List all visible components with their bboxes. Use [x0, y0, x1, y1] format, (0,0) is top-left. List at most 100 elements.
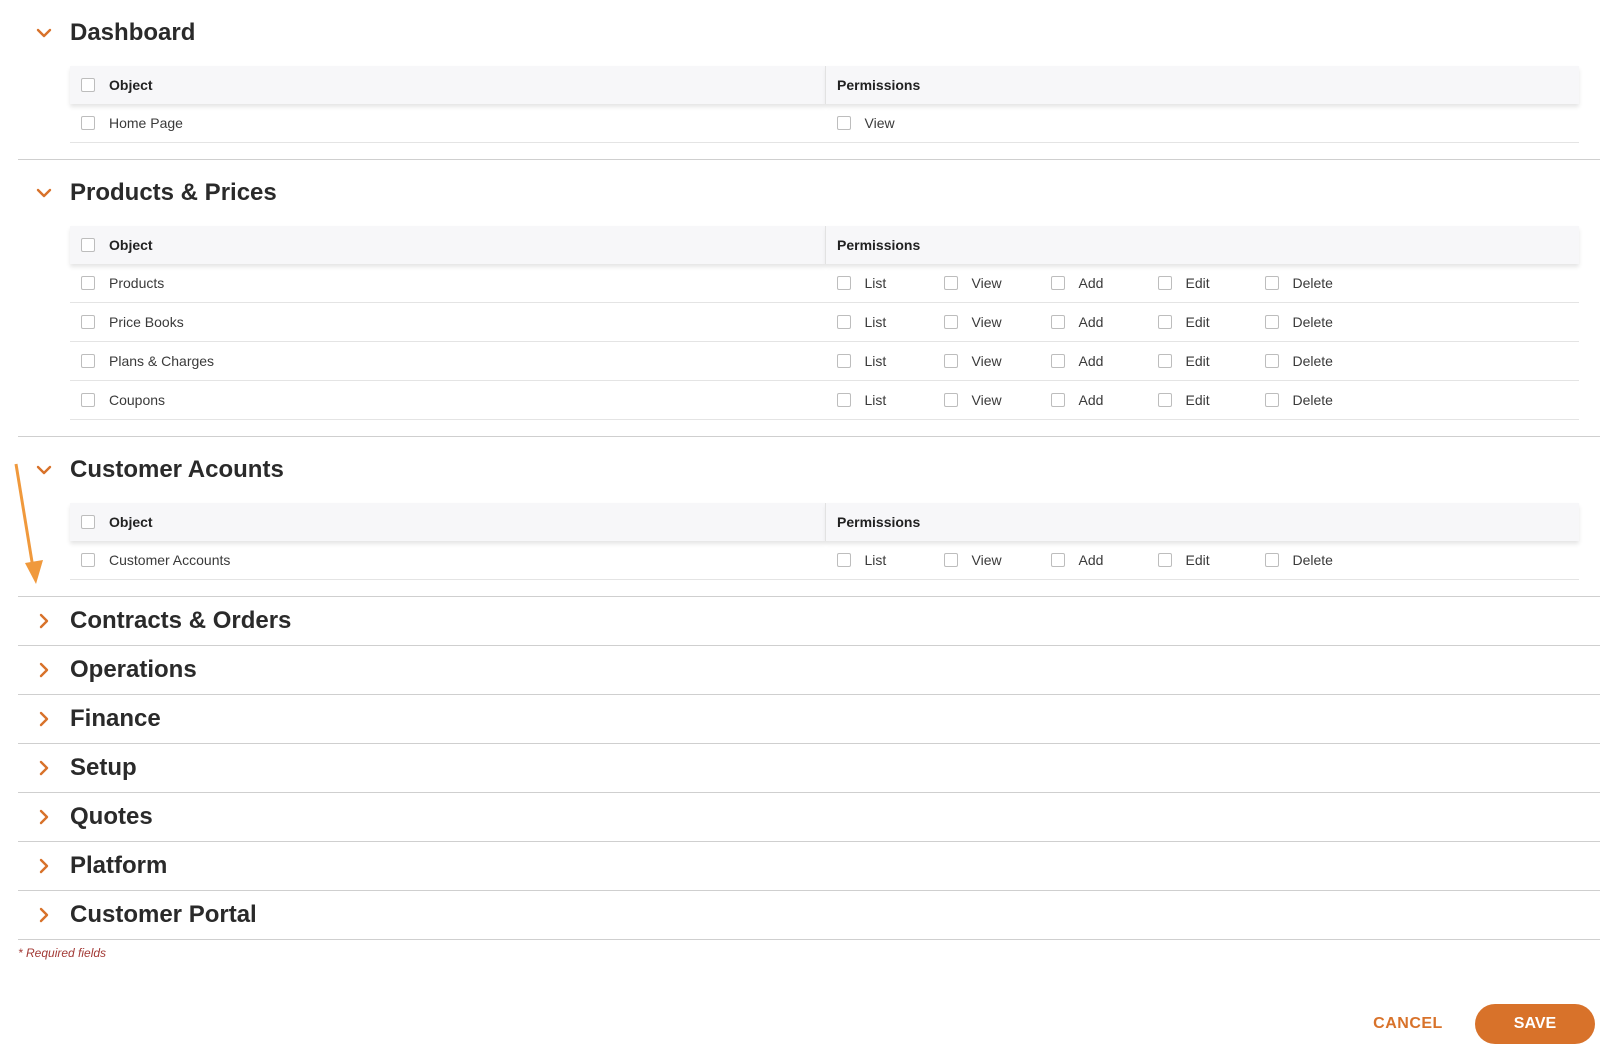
permission-option[interactable]: Delete [1264, 392, 1372, 408]
permission-option[interactable]: List [836, 314, 944, 330]
permissions-table: Object Permissions Customer Accounts List Vi… [70, 503, 1579, 580]
row-select-checkbox[interactable] [81, 354, 95, 368]
section: Dashboard Object Permissions Home Page View [18, 0, 1600, 160]
section-header[interactable]: Customer Portal [18, 891, 1600, 939]
permission-label: View [971, 275, 1002, 291]
permission-checkbox[interactable] [836, 315, 851, 329]
permission-option[interactable]: Edit [1157, 552, 1265, 568]
object-label: Products [109, 275, 165, 291]
section-header[interactable]: Quotes [18, 793, 1600, 841]
permission-checkbox[interactable] [1157, 354, 1172, 368]
permission-checkbox[interactable] [1157, 276, 1172, 290]
permission-checkbox[interactable] [836, 393, 851, 407]
permission-checkbox[interactable] [1264, 553, 1279, 567]
permission-option[interactable]: Add [1050, 275, 1158, 291]
permission-checkbox[interactable] [943, 276, 958, 290]
chevron-down-icon[interactable] [18, 462, 70, 478]
permission-checkbox[interactable] [836, 553, 851, 567]
save-button[interactable]: SAVE [1475, 1004, 1595, 1044]
chevron-right-icon[interactable] [18, 809, 70, 825]
permission-option[interactable]: Add [1050, 552, 1158, 568]
permission-checkbox[interactable] [1157, 315, 1172, 329]
select-all-checkbox[interactable] [81, 515, 95, 529]
permission-option[interactable]: Delete [1264, 314, 1372, 330]
permission-option[interactable]: Delete [1264, 552, 1372, 568]
permission-checkbox[interactable] [836, 116, 851, 130]
permission-checkbox[interactable] [1264, 276, 1279, 290]
permission-option[interactable]: View [943, 392, 1051, 408]
chevron-right-icon[interactable] [18, 907, 70, 923]
permission-option[interactable]: List [836, 392, 944, 408]
permission-checkbox[interactable] [1157, 553, 1172, 567]
object-label: Home Page [109, 115, 183, 131]
row-select-checkbox[interactable] [81, 276, 95, 290]
section-header[interactable]: Finance [18, 695, 1600, 743]
section-title: Customer Portal [70, 901, 257, 928]
object-column-header: Object [70, 503, 826, 541]
permission-checkbox[interactable] [1264, 354, 1279, 368]
permission-option[interactable]: List [836, 275, 944, 291]
permission-option[interactable]: List [836, 552, 944, 568]
table-row: Price Books List View Add Edit Delete [70, 302, 1579, 342]
permissions-table: Object Permissions Products List View Add Edit… [70, 226, 1579, 420]
permission-option[interactable]: View [943, 275, 1051, 291]
permission-option[interactable]: Add [1050, 353, 1158, 369]
permission-option[interactable]: Add [1050, 392, 1158, 408]
section-body: Object Permissions Home Page View [70, 66, 1579, 159]
permission-option[interactable]: Edit [1157, 353, 1265, 369]
permission-checkbox[interactable] [1050, 315, 1065, 329]
section-header[interactable]: Setup [18, 744, 1600, 792]
permission-option[interactable]: View [836, 115, 944, 131]
permission-checkbox[interactable] [1050, 276, 1065, 290]
permission-option[interactable]: View [943, 353, 1051, 369]
section-title: Finance [70, 705, 161, 732]
section-header[interactable]: Platform [18, 842, 1600, 890]
permission-checkbox[interactable] [943, 354, 958, 368]
row-select-checkbox[interactable] [81, 315, 95, 329]
permission-option[interactable]: Delete [1264, 353, 1372, 369]
permission-option[interactable]: View [943, 314, 1051, 330]
permission-option[interactable]: Add [1050, 314, 1158, 330]
section-header[interactable]: Dashboard [18, 0, 1600, 66]
chevron-right-icon[interactable] [18, 760, 70, 776]
object-cell: Products [70, 264, 826, 303]
permission-checkbox[interactable] [1050, 553, 1065, 567]
permission-option[interactable]: List [836, 353, 944, 369]
row-select-checkbox[interactable] [81, 393, 95, 407]
section: Quotes [18, 793, 1600, 842]
chevron-right-icon[interactable] [18, 613, 70, 629]
select-all-checkbox[interactable] [81, 78, 95, 92]
permission-label: View [864, 115, 895, 131]
section-header[interactable]: Customer Acounts [18, 437, 1600, 503]
permission-option[interactable]: Edit [1157, 275, 1265, 291]
section-header[interactable]: Contracts & Orders [18, 597, 1600, 645]
permission-checkbox[interactable] [1050, 393, 1065, 407]
section-header[interactable]: Products & Prices [18, 160, 1600, 226]
cancel-button[interactable]: CANCEL [1370, 1004, 1446, 1044]
chevron-down-icon[interactable] [18, 185, 70, 201]
chevron-right-icon[interactable] [18, 662, 70, 678]
permission-checkbox[interactable] [1264, 315, 1279, 329]
permission-checkbox[interactable] [1264, 393, 1279, 407]
section-header[interactable]: Operations [18, 646, 1600, 694]
select-all-checkbox[interactable] [81, 238, 95, 252]
permission-checkbox[interactable] [943, 393, 958, 407]
chevron-right-icon[interactable] [18, 711, 70, 727]
permission-option[interactable]: View [943, 552, 1051, 568]
permission-checkbox[interactable] [1157, 393, 1172, 407]
chevron-right-icon[interactable] [18, 858, 70, 874]
permission-option[interactable]: Delete [1264, 275, 1372, 291]
chevron-down-icon[interactable] [18, 25, 70, 41]
permissions-column-header: Permissions [825, 66, 1579, 104]
permission-option[interactable]: Edit [1157, 392, 1265, 408]
permission-checkbox[interactable] [943, 315, 958, 329]
permission-checkbox[interactable] [943, 553, 958, 567]
permission-option[interactable]: Edit [1157, 314, 1265, 330]
object-label: Price Books [109, 314, 184, 330]
permission-checkbox[interactable] [836, 276, 851, 290]
section: Customer Acounts Object Permissions Custome… [18, 437, 1600, 597]
row-select-checkbox[interactable] [81, 116, 95, 130]
permission-checkbox[interactable] [836, 354, 851, 368]
permission-checkbox[interactable] [1050, 354, 1065, 368]
row-select-checkbox[interactable] [81, 553, 95, 567]
